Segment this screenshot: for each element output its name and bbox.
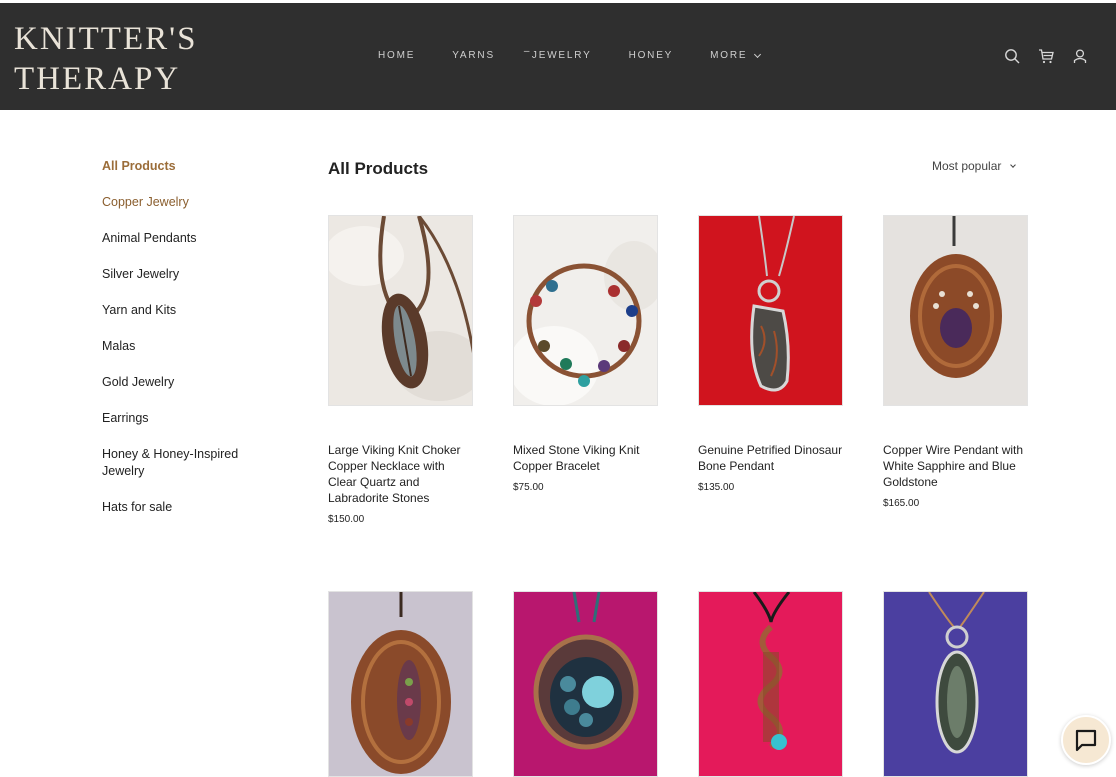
product-price: $165.00 (883, 498, 920, 509)
sidebar-item-earrings[interactable]: Earrings (102, 410, 282, 427)
product-name[interactable]: Copper Wire Pendant with White Sapphire … (883, 442, 1028, 490)
product-card[interactable] (513, 591, 658, 777)
product-name[interactable]: Genuine Petrified Dinosaur Bone Pendant (698, 442, 843, 474)
product-card[interactable]: Copper Wire Pendant with White Sapphire … (883, 215, 1028, 509)
product-image[interactable] (513, 215, 658, 406)
product-card[interactable] (698, 591, 843, 777)
sort-dropdown[interactable]: Most popular (932, 159, 1017, 173)
nav-jewelry-dash: – (523, 46, 532, 57)
cart-icon[interactable] (1038, 48, 1054, 64)
product-image[interactable] (513, 591, 658, 777)
product-name[interactable]: Mixed Stone Viking Knit Copper Bracelet (513, 442, 658, 474)
product-card[interactable] (328, 591, 473, 777)
product-image[interactable] (698, 215, 843, 406)
sidebar-item-yarn-and-kits[interactable]: Yarn and Kits (102, 302, 282, 319)
product-price: $150.00 (328, 514, 365, 525)
sidebar-item-silver-jewelry[interactable]: Silver Jewelry (102, 266, 282, 283)
product-card[interactable]: Large Viking Knit Choker Copper Necklace… (328, 215, 473, 525)
logo-line-2: THERAPY (14, 61, 181, 97)
product-name[interactable]: Large Viking Knit Choker Copper Necklace… (328, 442, 473, 506)
chevron-down-icon (754, 50, 762, 58)
product-price: $135.00 (698, 482, 735, 493)
site-header: KNITTER'S THERAPY HOME YARNS – JEWELRY H… (0, 3, 1116, 110)
sidebar-item-animal-pendants[interactable]: Animal Pendants (102, 230, 282, 247)
nav-home[interactable]: HOME (378, 50, 415, 61)
nav-jewelry-label: JEWELRY (531, 50, 592, 61)
sidebar-item-honey-jewelry[interactable]: Honey & Honey-Inspired Jewelry (102, 446, 252, 480)
chat-icon (1075, 729, 1097, 752)
product-image[interactable] (883, 215, 1028, 406)
nav-more-label: MORE (710, 50, 748, 61)
product-card[interactable]: Genuine Petrified Dinosaur Bone Pendant … (698, 215, 843, 493)
main-nav: HOME YARNS – JEWELRY HONEY MORE (378, 46, 797, 61)
sidebar-item-gold-jewelry[interactable]: Gold Jewelry (102, 374, 282, 391)
nav-yarns[interactable]: YARNS (452, 50, 495, 61)
chat-button[interactable] (1061, 715, 1111, 765)
nav-more[interactable]: MORE (710, 50, 762, 61)
sidebar-item-hats-for-sale[interactable]: Hats for sale (102, 499, 282, 516)
site-logo[interactable]: KNITTER'S THERAPY (14, 19, 197, 99)
page-title: All Products (328, 159, 429, 178)
product-image[interactable] (883, 591, 1028, 777)
chevron-down-icon (1010, 161, 1017, 168)
nav-honey[interactable]: HONEY (629, 50, 674, 61)
product-card[interactable] (883, 591, 1028, 777)
sidebar-item-copper-jewelry[interactable]: Copper Jewelry (102, 194, 282, 211)
product-image[interactable] (328, 215, 473, 406)
nav-jewelry[interactable]: – JEWELRY (524, 46, 592, 61)
account-icon[interactable] (1072, 48, 1088, 64)
category-sidebar: All Products Copper Jewelry Animal Penda… (102, 158, 282, 535)
header-actions (1004, 48, 1088, 64)
product-image[interactable] (698, 591, 843, 777)
logo-line-1: KNITTER'S (14, 21, 198, 57)
search-icon[interactable] (1004, 48, 1020, 64)
sort-label: Most popular (932, 159, 1002, 173)
product-image[interactable] (328, 591, 473, 777)
sidebar-item-all-products[interactable]: All Products (102, 158, 282, 175)
product-card[interactable]: Mixed Stone Viking Knit Copper Bracelet … (513, 215, 658, 493)
product-price: $75.00 (513, 482, 544, 493)
sidebar-item-malas[interactable]: Malas (102, 338, 282, 355)
